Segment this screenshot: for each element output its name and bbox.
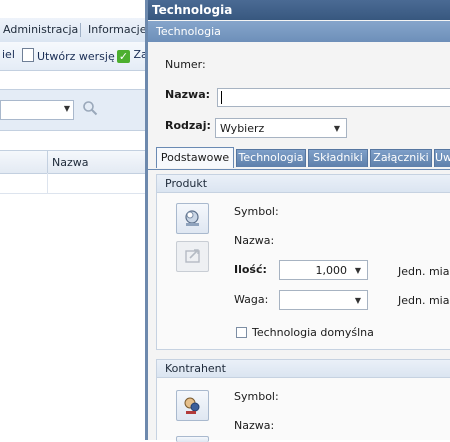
search-icon[interactable] [82, 100, 98, 116]
select-product-button[interactable] [176, 203, 209, 234]
main-menu-bar: Administracja Informacje [0, 18, 160, 43]
tab-zalaczniki[interactable]: Załączniki [370, 149, 432, 167]
produkt-group: Produkt Symbol: Nazwa: Ilość: 1,000 ▼ Je… [156, 174, 450, 350]
filter-bar: ▼ [0, 89, 160, 131]
technologia-dialog: Technologia Technologia Numer: Nazwa: Ro… [145, 0, 450, 442]
nazwa-label: Nazwa: [165, 88, 211, 101]
dialog-title: Technologia [152, 3, 233, 17]
rodzaj-select[interactable]: Wybierz ▼ [215, 118, 347, 138]
produkt-group-title: Produkt [165, 177, 208, 190]
jednostka-miary-label: Jedn. miary [398, 265, 450, 278]
rodzaj-selected-value: Wybierz [220, 122, 265, 135]
open-external-icon [185, 249, 200, 263]
numer-label: Numer: [165, 58, 206, 71]
table-row[interactable] [0, 173, 160, 194]
dialog-header-bar: Technologia [148, 21, 450, 42]
menu-item-administracja[interactable]: Administracja [3, 23, 78, 36]
create-version-button[interactable]: Utwórz wersję [22, 48, 115, 63]
chevron-down-icon: ▼ [63, 104, 70, 113]
dialog-header-title: Technologia [156, 25, 221, 38]
produkt-nazwa-label: Nazwa: [234, 234, 275, 247]
nazwa-input[interactable] [217, 88, 450, 107]
menu-item-informacje[interactable]: Informacje [88, 23, 146, 36]
ilosc-label: Ilość: [234, 263, 267, 276]
document-icon [22, 48, 34, 62]
dialog-title-bar[interactable]: Technologia [148, 0, 450, 20]
produkt-symbol-label: Symbol: [234, 205, 279, 218]
kontrahent-group: Kontrahent Symbol: Nazwa: [156, 359, 450, 442]
rodzaj-label: Rodzaj: [165, 119, 211, 132]
product-search-icon [185, 210, 199, 226]
default-technology-checkbox[interactable] [236, 327, 247, 338]
kontrahent-group-title: Kontrahent [165, 362, 226, 375]
tab-technologia[interactable]: Technologia [236, 149, 306, 167]
ilosc-input[interactable]: 1,000 ▼ [279, 260, 368, 280]
column-header-nazwa[interactable]: Nazwa [52, 156, 88, 169]
ilosc-value: 1,000 [315, 264, 348, 277]
kontrahent-group-header: Kontrahent [157, 360, 450, 378]
default-technology-label[interactable]: Technologia domyślna [252, 326, 374, 339]
accept-button[interactable]: ✓ Za [117, 48, 148, 63]
text-caret [221, 91, 222, 104]
tab-strip: Podstawowe Technologia Składniki Załączn… [148, 147, 450, 170]
kontrahent-symbol-label: Symbol: [234, 390, 279, 403]
open-contractor-button[interactable] [176, 436, 209, 442]
chevron-down-icon: ▼ [333, 124, 340, 133]
produkt-group-header: Produkt [157, 175, 450, 193]
select-contractor-button[interactable] [176, 390, 209, 421]
tab-skladniki[interactable]: Składniki [308, 149, 368, 167]
chevron-down-icon: ▼ [354, 266, 361, 275]
tab-podstawowe[interactable]: Podstawowe [156, 147, 234, 168]
open-product-button[interactable] [176, 241, 209, 272]
chevron-down-icon: ▼ [354, 296, 361, 305]
toolbar: iel Utwórz wersję ✓ Za [0, 42, 160, 71]
contractor-search-icon [184, 397, 200, 414]
grid-header: Nazwa [0, 150, 160, 174]
background-window: Administracja Informacje iel Utwórz wers… [0, 0, 160, 440]
waga-label: Waga: [234, 293, 269, 306]
jednostka-miary-label-waga: Jedn. miary [398, 294, 450, 307]
menu-separator [80, 23, 81, 37]
toolbar-truncated-button[interactable]: iel [2, 48, 15, 61]
column-divider [47, 173, 48, 193]
column-divider [47, 151, 48, 173]
waga-input[interactable]: ▼ [279, 290, 368, 310]
filter-combo[interactable]: ▼ [0, 100, 74, 120]
tab-uwagi[interactable]: Uw [434, 149, 450, 167]
checkmark-icon: ✓ [117, 50, 130, 63]
kontrahent-nazwa-label: Nazwa: [234, 419, 275, 432]
create-version-label: Utwórz wersję [37, 50, 115, 63]
